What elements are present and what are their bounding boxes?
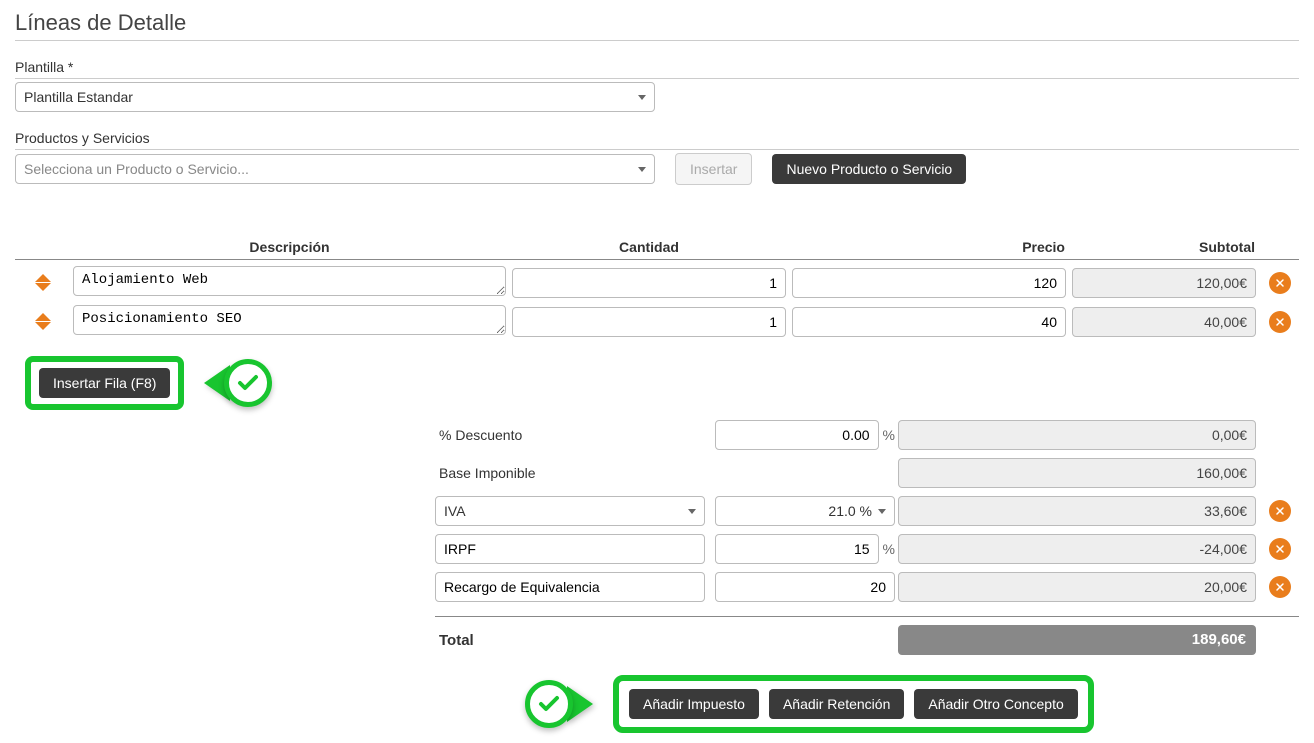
plantilla-label: Plantilla * [15,59,1299,79]
percent-sign: % [883,541,895,557]
iva-pct-value: 21.0 % [724,503,878,519]
cantidad-input[interactable] [512,268,786,298]
productos-label: Productos y Servicios [15,130,1299,150]
producto-placeholder: Selecciona un Producto o Servicio... [24,161,249,177]
col-header-cantidad: Cantidad [509,235,789,259]
close-icon [1274,543,1286,555]
plantilla-selected: Plantilla Estandar [24,89,133,105]
close-icon [1274,277,1286,289]
close-icon [1274,505,1286,517]
descuento-result [898,420,1256,450]
insertar-button: Insertar [675,153,752,185]
check-callout [525,680,593,728]
chevron-down-icon [878,509,886,514]
percent-sign: % [883,427,895,443]
iva-pct-select[interactable]: 21.0 % [715,496,895,526]
close-icon [1274,316,1286,328]
chevron-down-icon [638,95,646,100]
delete-row-button[interactable] [1269,311,1291,333]
producto-select[interactable]: Selecciona un Producto o Servicio... [15,154,655,184]
check-icon [525,680,573,728]
precio-input[interactable] [792,307,1066,337]
irpf-label-input[interactable] [435,534,705,564]
drag-handle-icon[interactable] [15,313,70,330]
insertar-fila-button[interactable]: Insertar Fila (F8) [39,368,170,398]
delete-irpf-button[interactable] [1269,538,1291,560]
drag-handle-icon[interactable] [15,274,70,291]
highlight-bottom-buttons: Añadir Impuesto Añadir Retención Añadir … [613,675,1094,733]
delete-iva-button[interactable] [1269,500,1291,522]
irpf-result [898,534,1256,564]
close-icon [1274,581,1286,593]
delete-recargo-button[interactable] [1269,576,1291,598]
anadir-otro-concepto-button[interactable]: Añadir Otro Concepto [914,689,1077,719]
check-callout [204,359,272,407]
iva-result [898,496,1256,526]
precio-input[interactable] [792,268,1066,298]
iva-label: IVA [444,503,466,519]
chevron-down-icon [638,167,646,172]
total-label: Total [435,628,715,653]
anadir-retencion-button[interactable]: Añadir Retención [769,689,904,719]
recargo-value-input[interactable] [715,572,895,602]
col-header-subtotal: Subtotal [1069,235,1259,259]
table-row [15,266,1299,299]
recargo-result [898,572,1256,602]
descripcion-input[interactable] [73,266,506,296]
descuento-label: % Descuento [435,423,715,447]
col-header-descripcion: Descripción [70,235,509,259]
recargo-label-input[interactable] [435,572,705,602]
delete-row-button[interactable] [1269,272,1291,294]
iva-select[interactable]: IVA [435,496,705,526]
base-label: Base Imponible [435,461,715,485]
descuento-input[interactable] [715,420,879,450]
check-icon [224,359,272,407]
plantilla-select[interactable]: Plantilla Estandar [15,82,655,112]
cantidad-input[interactable] [512,307,786,337]
anadir-impuesto-button[interactable]: Añadir Impuesto [629,689,759,719]
base-result [898,458,1256,488]
nuevo-producto-button[interactable]: Nuevo Producto o Servicio [772,154,966,184]
irpf-value-input[interactable] [715,534,879,564]
chevron-down-icon [688,509,696,514]
descripcion-input[interactable] [73,305,506,335]
table-row [15,305,1299,338]
page-title: Líneas de Detalle [15,10,1299,41]
subtotal-display [1072,268,1256,298]
subtotal-display [1072,307,1256,337]
highlight-insertar-fila: Insertar Fila (F8) [25,356,184,410]
col-header-precio: Precio [789,235,1069,259]
total-result: 189,60€ [898,625,1256,655]
